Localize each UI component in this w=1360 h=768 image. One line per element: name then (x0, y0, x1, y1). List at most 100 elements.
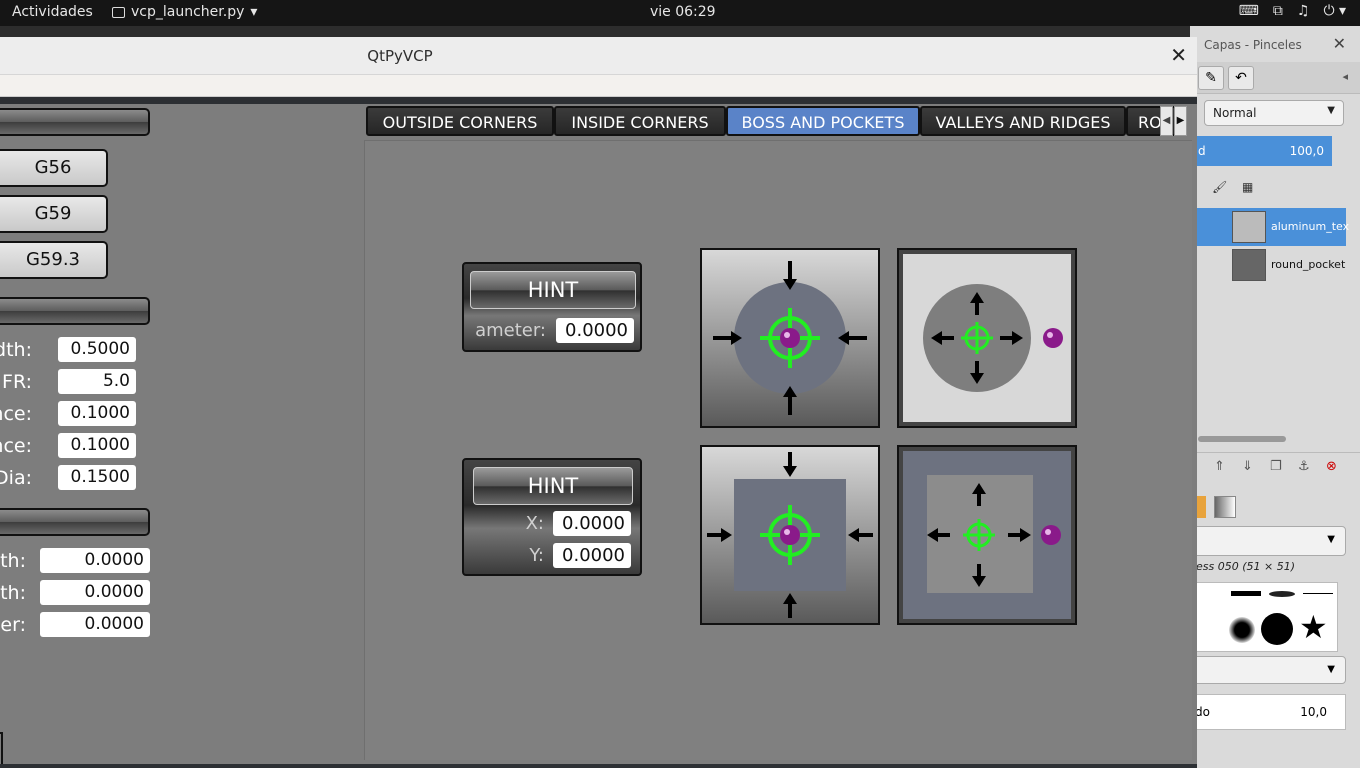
duplicate-layer-icon[interactable]: ❐ (1270, 459, 1282, 474)
dock-menu-icon[interactable]: ◂ (1342, 70, 1348, 83)
activities-button[interactable]: Actividades (12, 4, 93, 20)
x-input[interactable]: 0.0000 (553, 511, 631, 536)
field-label: Dia: (0, 467, 32, 489)
y-label: Y: (529, 545, 544, 566)
opacity-value: 100,0 (1289, 144, 1324, 158)
field-label: th: (0, 550, 26, 572)
opacity-spin[interactable]: d 100,0 (1190, 136, 1332, 166)
dock-header: Capas - Pinceles ✕ (1190, 32, 1360, 58)
gradient-swatch (1214, 496, 1236, 518)
preset-select[interactable]: ▼ (1190, 656, 1346, 684)
field-label: nce: (0, 403, 32, 425)
field-input[interactable]: 0.5000 (58, 337, 136, 362)
spacing-spin[interactable]: do 10,0 (1190, 694, 1346, 730)
window-icon (112, 6, 125, 18)
app-menu[interactable]: vcp_launcher.py ▾ (112, 4, 257, 20)
chevron-down-icon: ▾ (250, 4, 258, 20)
raise-layer-icon[interactable]: ⇑ (1214, 459, 1225, 474)
lower-layer-icon[interactable]: ⇓ (1242, 459, 1253, 474)
probe-pocket-outside-button[interactable] (700, 445, 880, 625)
field-label: FR: (2, 371, 32, 393)
field-row: er: 0.0000 (0, 612, 150, 638)
tab-inside-corners[interactable]: INSIDE CORNERS (554, 106, 726, 136)
brush-preview (1269, 591, 1295, 597)
field-input[interactable]: 0.0000 (40, 612, 150, 637)
window-titlebar[interactable]: QtPyVCP ✕ (0, 37, 1197, 75)
field-input[interactable]: 0.1000 (58, 433, 136, 458)
field-input[interactable]: 5.0 (58, 369, 136, 394)
tab-paths-icon[interactable]: ✎ (1198, 66, 1224, 90)
pocket-inside-diagram (903, 451, 1071, 619)
brush-lock-icon[interactable]: 🖌 (1212, 180, 1227, 194)
field-row: Dia: 0.1500 (0, 465, 150, 491)
gimp-dock: Capas - Pinceles ✕ ✎ ↶ ◂ Normal ▼ d 100,0… (1190, 26, 1360, 768)
field-input[interactable]: 0.1500 (58, 465, 136, 490)
alpha-lock-icon[interactable]: ▦ (1242, 180, 1253, 194)
brush-name: ess 050 (51 × 51) (1196, 560, 1296, 573)
qtpyvcp-window: QtPyVCP ✕ G56 G59 G59.3 dth: 0.5000 FR: … (0, 37, 1197, 768)
bottom-tab-strip (0, 764, 1197, 768)
field-row: nce: 0.1000 (0, 401, 150, 427)
layer-mode-value: Normal (1213, 106, 1257, 120)
brush-select[interactable]: ▼ (1190, 526, 1346, 556)
y-input[interactable]: 0.0000 (553, 543, 631, 568)
section-header-bar (0, 297, 150, 325)
field-input[interactable]: 0.1000 (58, 401, 136, 426)
tab-scroll-right-icon[interactable]: ▶ (1174, 106, 1187, 136)
layer-thumbnail (1232, 211, 1266, 243)
field-label: dth: (0, 339, 32, 361)
brush-preview (1303, 593, 1333, 594)
layer-item[interactable]: round_pocket (1190, 246, 1346, 284)
layer-thumbnail (1232, 249, 1266, 281)
field-row: th: 0.0000 (0, 580, 150, 606)
gnome-top-bar: Actividades vcp_launcher.py ▾ vie 06:29 … (0, 0, 1360, 26)
delete-layer-icon[interactable]: ⊗ (1326, 459, 1337, 474)
app-name: vcp_launcher.py (131, 4, 245, 20)
g59-button[interactable]: G59 (0, 195, 108, 233)
field-input[interactable]: 0.0000 (40, 548, 150, 573)
system-tray[interactable]: ⌨ ⧉ ♫ ⏻ ▾ (1239, 3, 1346, 19)
lock-row: 🖌 ▦ (1190, 178, 1360, 202)
field-label: er: (0, 614, 26, 636)
opacity-label: d (1198, 144, 1206, 158)
field-label: th: (0, 582, 26, 604)
diameter-input[interactable]: 0.0000 (556, 318, 634, 343)
anchor-layer-icon[interactable]: ⚓ (1298, 459, 1310, 474)
brush-grid[interactable]: ★ (1194, 582, 1338, 652)
clock[interactable]: vie 06:29 (650, 4, 716, 20)
bottom-left-frame (0, 732, 3, 768)
brush-preview (1231, 591, 1261, 596)
tab-scroll-left-icon[interactable]: ◀ (1160, 106, 1173, 136)
pocket-outside-diagram (707, 452, 873, 618)
g59-3-button[interactable]: G59.3 (0, 241, 108, 279)
dock-tabs: ✎ ↶ ◂ (1190, 62, 1360, 94)
brush-preview (1229, 617, 1255, 643)
hint-button[interactable]: HINT (473, 467, 633, 505)
power-icon: ⏻ ▾ (1323, 3, 1346, 19)
tab-valleys-and-ridges[interactable]: VALLEYS AND RIDGES (920, 106, 1126, 136)
volume-icon: ♫ (1296, 3, 1310, 19)
field-input[interactable]: 0.0000 (40, 580, 150, 605)
layers-scrollbar[interactable] (1198, 436, 1286, 442)
pattern-swatch (1196, 496, 1206, 518)
spacing-label: do (1195, 705, 1210, 719)
field-row: th: 0.0000 (0, 548, 150, 574)
layer-item[interactable]: aluminum_tex (1190, 208, 1349, 246)
network-icon: ⧉ (1272, 3, 1283, 19)
hint-button[interactable]: HINT (470, 271, 636, 309)
layer-mode-select[interactable]: Normal ▼ (1204, 100, 1344, 126)
window-title: QtPyVCP (367, 47, 433, 65)
probe-pocket-inside-button[interactable] (897, 445, 1077, 625)
boss-outside-diagram (713, 261, 867, 415)
probe-boss-inside-button[interactable] (897, 248, 1077, 428)
tab-outside-corners[interactable]: OUTSIDE CORNERS (366, 106, 554, 136)
tab-boss-and-pockets[interactable]: BOSS AND POCKETS (726, 106, 920, 136)
g56-button[interactable]: G56 (0, 149, 108, 187)
field-label: nce: (0, 435, 32, 457)
layer-name: round_pocket (1271, 258, 1346, 271)
tab-undo-icon[interactable]: ↶ (1228, 66, 1254, 90)
toolbar-strip (0, 97, 1197, 104)
close-icon[interactable]: ✕ (1170, 43, 1187, 67)
probe-boss-outside-button[interactable] (700, 248, 880, 428)
close-icon[interactable]: ✕ (1333, 34, 1346, 53)
